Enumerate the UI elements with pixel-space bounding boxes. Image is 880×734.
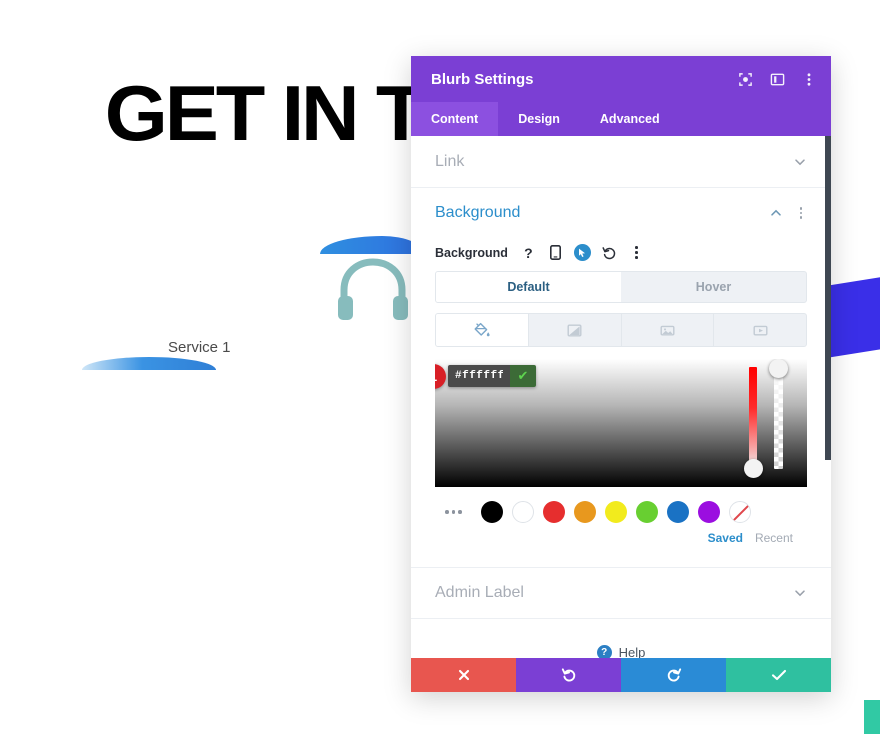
reset-undo-icon[interactable] — [601, 244, 618, 261]
headphones-icon — [338, 258, 408, 320]
chevron-down-icon[interactable] — [793, 586, 807, 600]
undo-button[interactable] — [516, 658, 621, 692]
more-swatches-dots-icon[interactable] — [445, 510, 462, 514]
section-admin-label-label: Admin Label — [435, 584, 524, 601]
blue-ribbon-decoration — [826, 276, 880, 358]
modal-scrollbar[interactable] — [825, 136, 831, 658]
hover-state-icon[interactable] — [573, 244, 591, 261]
hex-color-input[interactable] — [448, 365, 510, 387]
hue-slider[interactable] — [749, 367, 757, 469]
background-video-icon[interactable] — [714, 314, 806, 346]
swatch-blue[interactable] — [666, 501, 689, 523]
responsive-mobile-icon[interactable] — [547, 244, 564, 261]
palette-tab-recent[interactable]: Recent — [755, 531, 793, 545]
swatch-white[interactable] — [511, 501, 534, 523]
color-picker: 1 ✔ — [435, 359, 807, 487]
modal-scrollbar-thumb[interactable] — [825, 136, 831, 460]
picker-sliders — [743, 359, 793, 479]
background-gradient-icon[interactable] — [529, 314, 622, 346]
modal-header-icons — [737, 71, 817, 87]
teal-corner-decoration — [864, 700, 880, 734]
cancel-button[interactable] — [411, 658, 516, 692]
blurb-settings-modal: Blurb Settings Content Design Advanced L… — [411, 56, 831, 692]
state-tab-default[interactable]: Default — [436, 272, 621, 302]
tab-advanced[interactable]: Advanced — [580, 102, 680, 136]
palette-tab-saved[interactable]: Saved — [708, 531, 743, 545]
step-badge-1: 1 — [435, 364, 446, 389]
background-color-icon[interactable] — [436, 314, 529, 346]
swatch-black[interactable] — [480, 501, 503, 523]
swatch-purple[interactable] — [697, 501, 720, 523]
palette-tabs: Saved Recent — [435, 523, 807, 545]
tab-design[interactable]: Design — [498, 102, 580, 136]
background-control-row: Background ? — [435, 238, 807, 271]
help-question-icon: ? — [596, 645, 612, 658]
section-background-kebab-icon[interactable] — [795, 207, 807, 219]
state-tabs: Default Hover — [435, 271, 807, 303]
hue-slider-handle[interactable] — [743, 459, 763, 478]
modal-footer — [411, 658, 831, 692]
redo-button[interactable] — [621, 658, 726, 692]
modal-header: Blurb Settings — [411, 56, 831, 102]
swatch-transparent[interactable] — [728, 501, 751, 523]
saturation-brightness-area[interactable]: 1 ✔ — [435, 359, 807, 487]
background-panel: Background ? Default Hover #ffffff ✔ Sav… — [411, 238, 831, 549]
blue-swoosh-decoration-bottom — [82, 357, 216, 370]
state-tab-hover[interactable]: Hover — [621, 272, 806, 302]
modal-title: Blurb Settings — [431, 70, 534, 88]
help-link[interactable]: ? Help — [411, 619, 831, 658]
background-kebab-icon[interactable] — [628, 244, 645, 261]
modal-tabs: Content Design Advanced — [411, 102, 831, 136]
kebab-menu-icon[interactable] — [801, 71, 817, 87]
color-swatch-row — [435, 487, 807, 523]
redo-arrow-icon — [667, 668, 681, 682]
swatch-red[interactable] — [542, 501, 565, 523]
checkmark-icon — [771, 669, 786, 681]
close-x-icon — [458, 669, 469, 681]
screen: GET IN TO Service 1 Blurb Settings Conte… — [0, 0, 880, 734]
layout-panel-icon[interactable] — [769, 71, 785, 87]
background-control-label: Background — [435, 245, 508, 260]
section-background-label: Background — [435, 204, 521, 221]
help-question-icon[interactable]: ? — [520, 244, 537, 261]
background-image-icon[interactable] — [622, 314, 715, 346]
swatch-green[interactable] — [635, 501, 658, 523]
undo-arrow-icon — [561, 668, 575, 682]
chevron-down-icon[interactable] — [793, 155, 807, 169]
background-type-tabs — [435, 313, 807, 347]
chevron-up-icon[interactable] — [769, 206, 783, 220]
alpha-slider[interactable] — [774, 367, 783, 469]
focus-target-icon[interactable] — [737, 71, 753, 87]
section-background[interactable]: Background — [411, 188, 831, 238]
hex-confirm-checkmark-icon[interactable]: ✔ — [510, 365, 536, 387]
hex-input-group: ✔ — [448, 365, 536, 387]
modal-body: Link Background Background ? Default Hov… — [411, 136, 831, 658]
alpha-slider-handle[interactable] — [769, 359, 788, 378]
save-button[interactable] — [726, 658, 831, 692]
section-admin-label[interactable]: Admin Label — [411, 567, 831, 619]
swatch-yellow[interactable] — [604, 501, 627, 523]
help-label: Help — [618, 645, 646, 658]
swatch-orange[interactable] — [573, 501, 596, 523]
blue-swoosh-decoration-top — [320, 236, 424, 254]
section-link[interactable]: Link — [411, 136, 831, 188]
service-label: Service 1 — [168, 339, 231, 356]
tab-content[interactable]: Content — [411, 102, 499, 136]
section-link-label: Link — [435, 152, 465, 170]
